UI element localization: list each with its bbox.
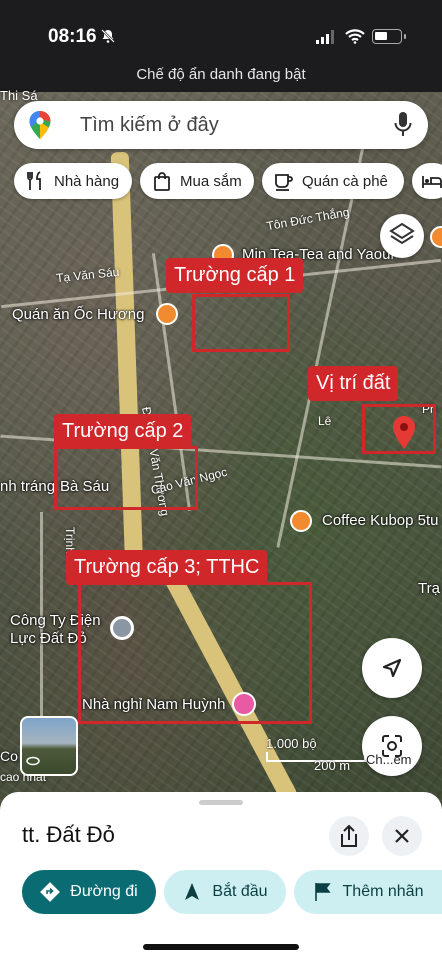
poi-cafe-icon[interactable] — [290, 510, 312, 532]
add-label-label: Thêm nhãn — [342, 883, 424, 900]
share-icon — [341, 824, 357, 847]
chip-cafes[interactable]: Quán cà phê — [262, 163, 404, 199]
directions-icon — [40, 882, 61, 902]
drag-handle[interactable] — [199, 800, 243, 805]
chip-label: Nhà hàng — [54, 172, 120, 190]
chip-label: Quán cà phê — [302, 172, 388, 190]
place-label[interactable]: Quán ăn Ốc Hương — [12, 306, 144, 323]
lens-button[interactable] — [362, 716, 422, 776]
directions-button[interactable]: Đường đi — [22, 870, 156, 914]
annotation-box-school-1 — [192, 294, 290, 352]
chip-restaurants[interactable]: Nhà hàng — [14, 163, 132, 199]
place-label: Trạ — [418, 580, 440, 597]
annotation-school-2: Trường cấp 2 — [54, 414, 192, 449]
bell-off-icon — [101, 29, 115, 43]
search-bar[interactable]: Tìm kiếm ở đây — [14, 101, 428, 149]
street-label: Lê — [318, 414, 332, 428]
close-icon — [395, 829, 409, 843]
add-label-button[interactable]: Thêm nhãn — [294, 870, 442, 914]
street-view-icon — [26, 756, 40, 766]
start-button[interactable]: Bắt đầu — [164, 870, 286, 914]
coffee-cup-icon — [275, 174, 293, 191]
annotation-box-school-3 — [78, 582, 312, 724]
chip-hotels[interactable] — [412, 163, 442, 199]
directions-label: Đường đi — [70, 883, 138, 900]
my-location-button[interactable] — [362, 638, 422, 698]
battery-icon — [372, 29, 406, 44]
flag-icon — [314, 883, 331, 901]
navigation-start-icon — [185, 883, 200, 900]
incognito-notice: Chế độ ẩn danh đang bật — [136, 66, 306, 83]
home-indicator[interactable] — [143, 944, 299, 950]
place-label: Co — [0, 748, 18, 764]
location-pin-icon[interactable] — [392, 416, 416, 450]
bed-icon — [422, 176, 442, 188]
start-label: Bắt đầu — [212, 883, 268, 900]
annotation-box-school-2 — [54, 446, 198, 510]
place-title: tt. Đất Đỏ — [22, 822, 115, 847]
annotation-land-location: Vị trí đất — [308, 366, 399, 401]
street-view-thumbnail[interactable] — [20, 716, 78, 776]
microphone-icon[interactable] — [394, 112, 412, 138]
status-time: 08:16 — [48, 26, 97, 47]
camera-lens-icon — [382, 735, 402, 757]
navigation-arrow-icon — [382, 658, 402, 678]
shopping-bag-icon — [154, 172, 170, 191]
annotation-school-3: Trường cấp 3; TTHC — [66, 550, 268, 585]
annotation-school-1: Trường cấp 1 — [166, 258, 304, 293]
chip-shopping[interactable]: Mua sắm — [140, 163, 254, 199]
chip-label: Mua sắm — [180, 172, 242, 190]
status-bar: 08:16 Chế độ ẩn danh đang bật — [0, 0, 442, 92]
close-button[interactable] — [382, 816, 422, 856]
signal-icon — [316, 30, 334, 44]
layers-button[interactable] — [380, 214, 424, 258]
scale-label-imperial: 1.000 bộ — [266, 736, 317, 751]
place-label: nh tráng — [0, 478, 56, 495]
fork-knife-icon — [27, 171, 41, 190]
layers-icon — [389, 222, 415, 245]
search-input[interactable]: Tìm kiếm ở đây — [80, 114, 219, 137]
scale-label-metric: 200 m — [314, 758, 351, 773]
maps-logo-icon — [29, 111, 51, 139]
lens-label: Ch...em — [366, 752, 412, 767]
share-button[interactable] — [329, 816, 369, 856]
poi-restaurant-icon[interactable] — [156, 303, 178, 325]
wifi-icon — [345, 29, 365, 44]
place-label[interactable]: Coffee Kubop 5tu — [322, 512, 438, 529]
